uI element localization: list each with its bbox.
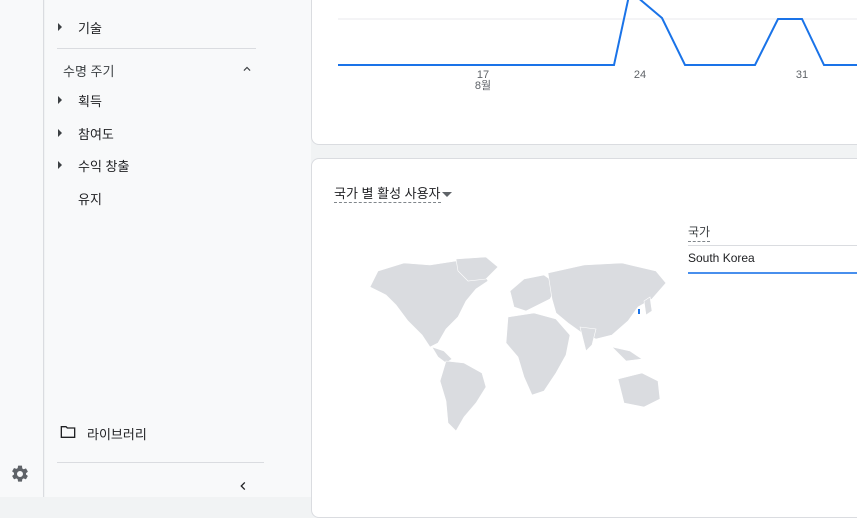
section-title: 수명 주기 <box>63 64 115 79</box>
table-row[interactable]: South Korea <box>688 251 755 265</box>
expand-arrow-icon <box>58 161 62 169</box>
sidebar-item-library[interactable]: 라이브러리 <box>45 418 311 446</box>
country-card: 국가 별 활성 사용자 국가 South Korea <box>311 158 857 518</box>
section-lifecycle[interactable]: 수명 주기 <box>45 56 311 82</box>
value-bar <box>688 272 857 274</box>
expand-arrow-icon <box>58 96 62 104</box>
line-chart <box>338 0 857 66</box>
sidebar-nav: 기술 수명 주기 획득 참여도 수익 창출 유지 라이브러리 <box>45 0 311 497</box>
expand-arrow-icon <box>58 129 62 137</box>
sidebar-item-monetization[interactable]: 수익 창출 <box>45 151 311 179</box>
library-label: 라이브러리 <box>87 427 147 442</box>
gear-icon[interactable] <box>10 464 30 484</box>
sidebar-item-label: 유지 <box>78 191 102 207</box>
sidebar-item-label: 참여도 <box>78 126 114 142</box>
map-africa <box>505 312 571 396</box>
x-tick: 24 <box>633 69 647 81</box>
chevron-left-icon[interactable] <box>235 478 251 494</box>
x-tick: 17 8월 <box>474 69 492 92</box>
series-line <box>338 0 857 66</box>
sidebar-item-label: 획득 <box>78 93 102 109</box>
x-tick: 31 <box>795 69 809 81</box>
timeseries-card: 17 8월 24 31 <box>311 0 857 145</box>
map-south-america <box>439 360 487 432</box>
map-southeast-asia <box>611 346 643 362</box>
map-central-america <box>431 346 453 364</box>
folder-icon <box>60 426 76 438</box>
divider <box>57 48 256 49</box>
map-australia <box>617 372 661 408</box>
map-south-korea[interactable] <box>638 309 640 314</box>
sidebar-item-engagement[interactable]: 참여도 <box>45 119 311 147</box>
sidebar-item-label: 기술 <box>78 20 102 36</box>
sidebar-item-retention[interactable]: 유지 <box>45 184 311 212</box>
dropdown-arrow-icon <box>441 191 452 197</box>
left-rail <box>0 0 44 497</box>
chevron-up-icon <box>243 66 251 71</box>
table-header-country[interactable]: 국가 <box>688 223 711 242</box>
sidebar-item-tech[interactable]: 기술 <box>45 13 311 41</box>
sidebar-item-label: 수익 창출 <box>78 158 130 174</box>
world-map[interactable] <box>360 255 680 435</box>
card-title[interactable]: 국가 별 활성 사용자 <box>334 183 452 203</box>
expand-arrow-icon <box>58 23 62 31</box>
divider <box>688 245 857 246</box>
sidebar-item-acquisition[interactable]: 획득 <box>45 86 311 114</box>
map-india <box>579 326 597 352</box>
divider <box>57 462 264 463</box>
